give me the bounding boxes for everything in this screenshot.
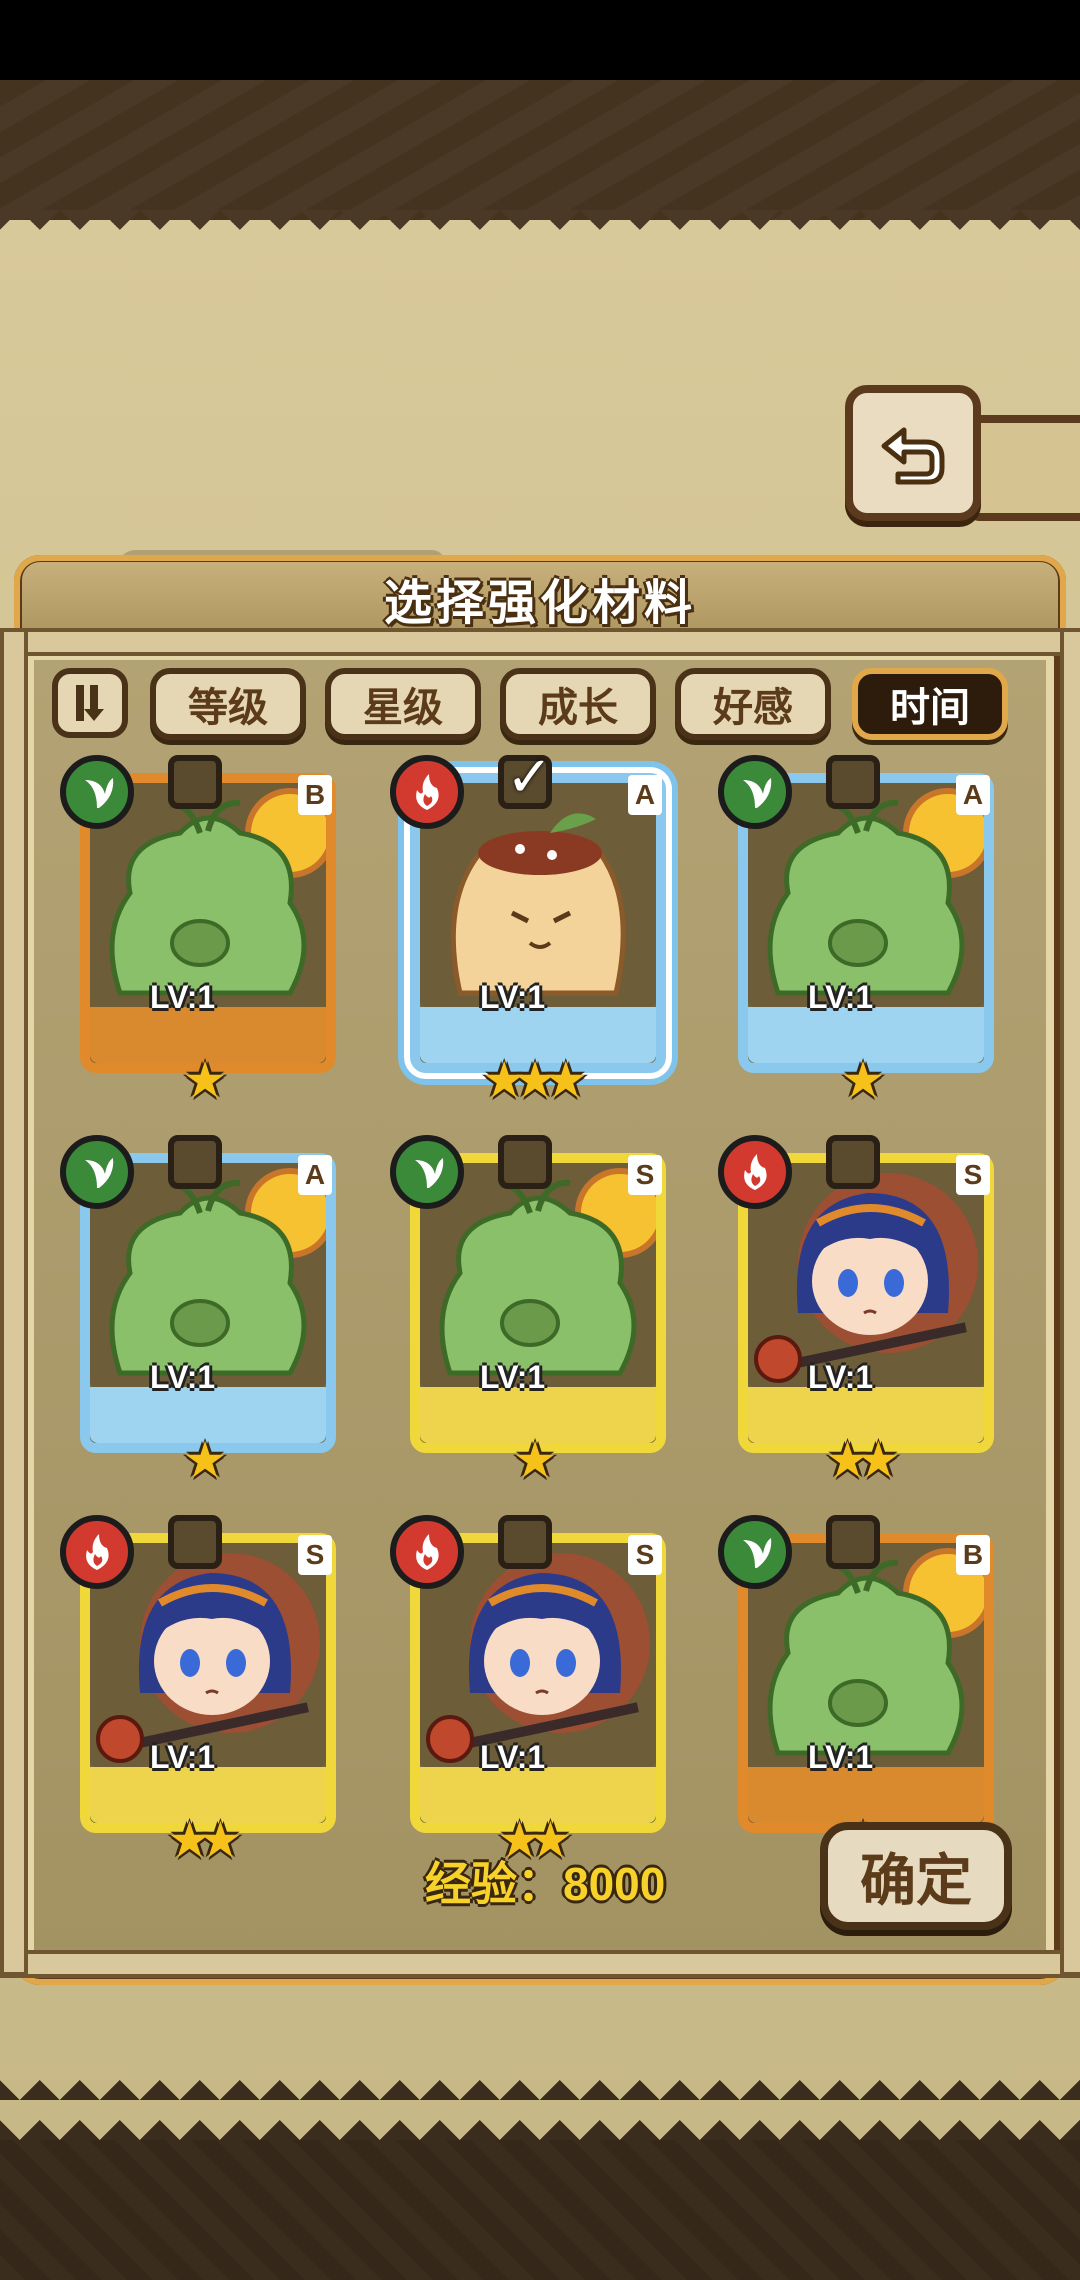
- map-edge-top: [0, 210, 1080, 250]
- star-rating: ★: [182, 1431, 228, 1489]
- material-card[interactable]: S LV:1 ★: [390, 1135, 666, 1489]
- grass-element-icon: [718, 1515, 792, 1589]
- card-portrait: [748, 1543, 984, 1767]
- card-level: LV:1: [150, 1359, 216, 1395]
- card-level: LV:1: [808, 1739, 874, 1775]
- card-level: LV:1: [808, 979, 874, 1015]
- card-level: LV:1: [150, 1739, 216, 1775]
- panel-title: 选择强化材料: [383, 577, 696, 630]
- grass-element-icon: [60, 1135, 134, 1209]
- sort-order-icon: [76, 685, 104, 721]
- star-rating: ★: [512, 1431, 558, 1489]
- select-checkbox[interactable]: [826, 1135, 880, 1189]
- star-rating: ★★★: [481, 1051, 588, 1109]
- select-checkbox[interactable]: [498, 1515, 552, 1569]
- card-level: LV:1: [480, 979, 546, 1015]
- sort-order-toggle[interactable]: [52, 668, 128, 738]
- card-portrait: [420, 1163, 656, 1387]
- grass-element-icon: [60, 755, 134, 829]
- back-button[interactable]: [845, 385, 981, 521]
- green-slime-art: [109, 788, 326, 996]
- fire-element-icon: [390, 755, 464, 829]
- tab-growth[interactable]: 成长: [500, 668, 656, 740]
- rank-badge: A: [298, 1155, 332, 1195]
- star-rating: ★: [840, 1051, 886, 1109]
- card-portrait: [90, 1543, 326, 1767]
- wood-background: [0, 80, 1080, 220]
- rank-badge: S: [298, 1535, 332, 1575]
- green-slime-art: [767, 788, 984, 996]
- select-checkbox[interactable]: [498, 1135, 552, 1189]
- pudding-art: [450, 813, 626, 996]
- card-level: LV:1: [150, 979, 216, 1015]
- confirm-button[interactable]: 确定: [820, 1822, 1012, 1930]
- rank-badge: S: [956, 1155, 990, 1195]
- map-edge-bottom: [0, 2080, 1080, 2140]
- select-checkbox[interactable]: [498, 745, 553, 810]
- card-level: LV:1: [480, 1739, 546, 1775]
- card-portrait: [420, 1543, 656, 1767]
- bottom-wood-background: [0, 2140, 1080, 2280]
- card-portrait: [748, 1163, 984, 1387]
- material-card[interactable]: S LV:1 ★★: [60, 1515, 336, 1869]
- rank-badge: A: [628, 775, 662, 815]
- star-rating: ★★: [825, 1431, 901, 1489]
- star-rating: ★: [182, 1051, 228, 1109]
- material-card[interactable]: A LV:1 ★: [60, 1135, 336, 1489]
- material-card[interactable]: S LV:1 ★★: [718, 1135, 994, 1489]
- material-card[interactable]: A LV:1 ★: [718, 755, 994, 1109]
- blue-hair-girl-art: [426, 1553, 650, 1763]
- back-arrow-icon: [881, 427, 945, 485]
- material-card[interactable]: S LV:1 ★★: [390, 1515, 666, 1869]
- material-card[interactable]: A LV:1 ★★★: [390, 745, 666, 1109]
- material-card[interactable]: B LV:1 ★: [60, 755, 336, 1109]
- status-bar: [0, 0, 1080, 80]
- select-checkbox[interactable]: [168, 1135, 222, 1189]
- card-level: LV:1: [808, 1359, 874, 1395]
- panel-rail-left: [0, 628, 28, 1976]
- card-portrait: [420, 783, 656, 1007]
- green-slime-art: [767, 1548, 984, 1756]
- rank-badge: B: [298, 775, 332, 815]
- back-button-rail: [965, 415, 1080, 521]
- panel-rail-right: [1060, 628, 1080, 1976]
- rank-badge: S: [628, 1535, 662, 1575]
- select-checkbox[interactable]: [168, 1515, 222, 1569]
- rank-badge: S: [628, 1155, 662, 1195]
- rank-badge: B: [956, 1535, 990, 1575]
- select-checkbox[interactable]: [826, 1515, 880, 1569]
- grass-element-icon: [390, 1135, 464, 1209]
- card-portrait: [90, 1163, 326, 1387]
- tab-time[interactable]: 时间: [852, 668, 1008, 740]
- fire-element-icon: [390, 1515, 464, 1589]
- select-checkbox[interactable]: [826, 755, 880, 809]
- panel-rail-top: [0, 628, 1080, 656]
- tab-affection[interactable]: 好感: [675, 668, 831, 740]
- blue-hair-girl-art: [96, 1553, 320, 1763]
- material-card[interactable]: BLV:1★: [718, 1515, 994, 1869]
- tab-level[interactable]: 等级: [150, 668, 306, 740]
- green-slime-art: [109, 1168, 326, 1376]
- fire-element-icon: [60, 1515, 134, 1589]
- panel-rail-bottom: [0, 1950, 1080, 1978]
- star-rating: ★★: [167, 1811, 243, 1869]
- exp-total: 经验：8000: [425, 1858, 666, 1910]
- grass-element-icon: [718, 755, 792, 829]
- card-portrait: [748, 783, 984, 1007]
- select-checkbox[interactable]: [168, 755, 222, 809]
- fire-element-icon: [718, 1135, 792, 1209]
- green-slime-art: [439, 1168, 656, 1376]
- tab-star[interactable]: 星级: [325, 668, 481, 740]
- card-portrait: [90, 783, 326, 1007]
- blue-hair-girl-art: [754, 1173, 978, 1383]
- card-level: LV:1: [480, 1359, 546, 1395]
- rank-badge: A: [956, 775, 990, 815]
